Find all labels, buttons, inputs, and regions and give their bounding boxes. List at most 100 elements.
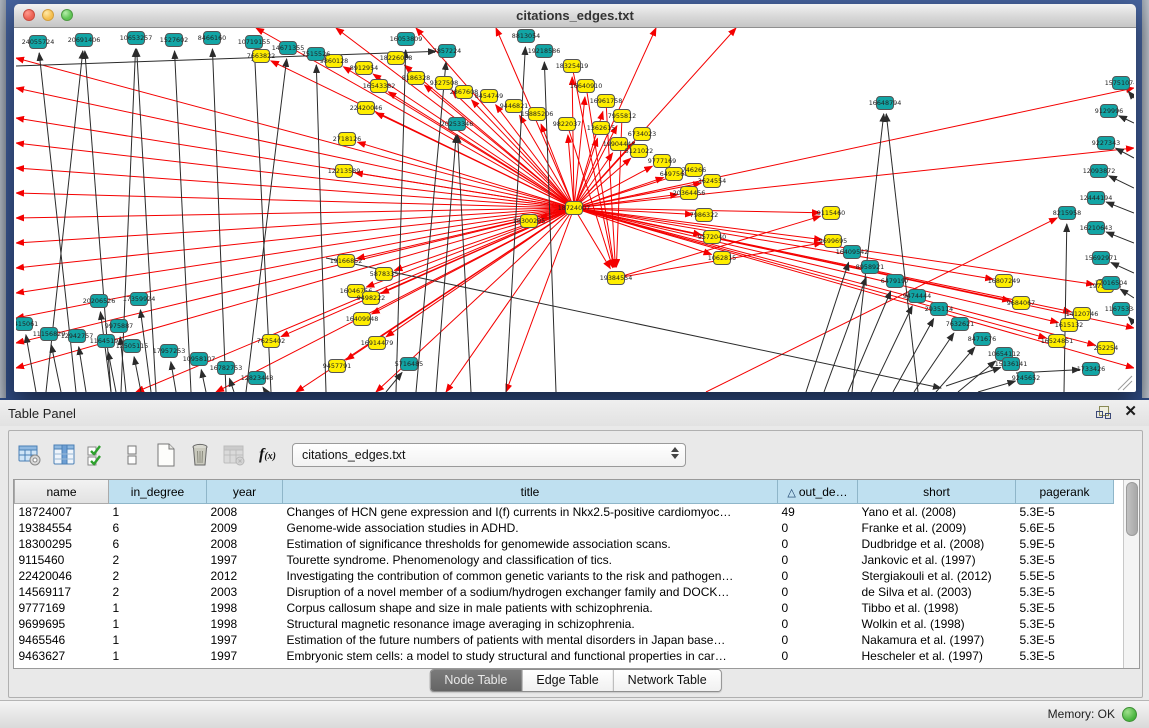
cell-title[interactable]: Changes of HCN gene expression and I(f) … [283,504,778,521]
cell-year[interactable]: 2009 [207,520,283,536]
network-node[interactable]: 6734023 [628,128,656,141]
select-all-icon[interactable] [83,440,113,470]
cell-short[interactable]: Wolkin et al. (1998) [858,616,1016,632]
cell-pagerank[interactable]: 5.3E-5 [1016,600,1114,616]
cell-name[interactable]: 9777169 [15,600,109,616]
cell-out_de[interactable]: 0 [778,520,858,536]
network-node[interactable]: 17359924 [123,293,156,306]
cell-in_degree[interactable]: 1 [109,504,207,521]
network-node[interactable]: 17957253 [153,345,186,358]
network-node[interactable]: 9975887 [105,320,133,333]
network-node[interactable]: 8186328 [402,72,430,85]
network-node[interactable]: 16543382 [363,80,396,93]
float-panel-icon[interactable] [1096,405,1110,419]
cell-in_degree[interactable]: 6 [109,520,207,536]
network-node[interactable]: 16640910 [570,80,603,93]
network-node[interactable]: 19384554 [600,272,633,285]
cell-name[interactable]: 9115460 [15,552,109,568]
cell-year[interactable]: 2003 [207,584,283,600]
cell-year[interactable]: 1997 [207,648,283,664]
table-row[interactable]: 2242004622012Investigating the contribut… [15,568,1114,584]
network-node[interactable]: 12213589 [328,165,361,178]
cell-in_degree[interactable]: 1 [109,600,207,616]
network-node[interactable]: 9245652 [1012,372,1040,385]
network-node[interactable]: 20364456 [673,187,706,200]
table-select-dropdown[interactable]: citations_edges.txt [292,443,686,467]
network-node[interactable]: 9684067 [1007,297,1035,310]
network-node[interactable]: 1062815 [708,252,736,265]
resize-grip-icon[interactable] [1118,376,1132,390]
network-node[interactable]: 9498222 [357,292,385,305]
network-node[interactable]: 1733426 [1077,363,1105,376]
cell-in_degree[interactable]: 6 [109,536,207,552]
cell-title[interactable]: Corpus callosum shape and size in male p… [283,600,778,616]
cell-short[interactable]: Franke et al. (2009) [858,520,1016,536]
network-canvas[interactable]: 1872400718300295193845549115460969969576… [16,28,1134,392]
new-table-icon[interactable] [151,440,181,470]
cell-name[interactable]: 9465546 [15,632,109,648]
cell-year[interactable]: 1997 [207,552,283,568]
tab-node-table[interactable]: Node Table [430,670,522,691]
cell-pagerank[interactable]: 5.3E-5 [1016,552,1114,568]
column-header-title[interactable]: title [283,480,778,504]
cell-title[interactable]: Estimation of the future numbers of pati… [283,632,778,648]
cell-pagerank[interactable]: 5.5E-5 [1016,568,1114,584]
network-node[interactable]: 15136141 [995,358,1028,371]
cell-pagerank[interactable]: 5.9E-5 [1016,536,1114,552]
cell-in_degree[interactable]: 2 [109,568,207,584]
cell-pagerank[interactable]: 5.3E-5 [1016,632,1114,648]
cell-short[interactable]: Stergiakouli et al. (2012) [858,568,1016,584]
cell-pagerank[interactable]: 5.3E-5 [1016,584,1114,600]
cell-name[interactable]: 22420046 [15,568,109,584]
cell-short[interactable]: de Silva et al. (2003) [858,584,1016,600]
cell-title[interactable]: Structural magnetic resonance image aver… [283,616,778,632]
network-node[interactable]: 16961758 [590,95,623,108]
function-builder-icon[interactable]: f(x) [259,446,276,464]
cell-short[interactable]: Hescheler et al. (1997) [858,648,1016,664]
table-row[interactable]: 1456911722003Disruption of a novel membe… [15,584,1114,600]
cell-year[interactable]: 1997 [207,632,283,648]
network-node[interactable]: 9227343 [1092,137,1120,150]
network-node[interactable]: 8471676 [968,333,996,346]
cell-title[interactable]: Disruption of a novel member of a sodium… [283,584,778,600]
network-node[interactable]: 7857224 [433,45,461,58]
network-node[interactable]: 8415061 [16,318,38,331]
network-node[interactable]: 9129996 [1095,105,1123,118]
column-header-in_degree[interactable]: in_degree [109,480,207,504]
cell-out_de[interactable]: 49 [778,504,858,521]
cell-name[interactable]: 19384554 [15,520,109,536]
network-node[interactable]: 746266 [682,164,706,177]
cell-year[interactable]: 2012 [207,568,283,584]
cell-in_degree[interactable]: 1 [109,616,207,632]
cell-in_degree[interactable]: 2 [109,552,207,568]
table-row[interactable]: 911546021997Tourette syndrome. Phenomeno… [15,552,1114,568]
cell-title[interactable]: Estimation of significance thresholds fo… [283,536,778,552]
column-header-short[interactable]: short [858,480,1016,504]
cell-pagerank[interactable]: 5.3E-5 [1016,648,1114,664]
cell-name[interactable]: 14569117 [15,584,109,600]
cell-out_de[interactable]: 0 [778,600,858,616]
network-node[interactable]: 7955812 [608,110,636,123]
network-node[interactable]: 2935114 [925,303,953,316]
network-node[interactable]: 19218586 [528,45,561,58]
network-node[interactable]: 1527602 [160,34,188,47]
cell-title[interactable]: Tourette syndrome. Phenomenology and cla… [283,552,778,568]
network-node[interactable]: 2718126 [333,133,361,146]
network-node[interactable]: 10653257 [120,32,153,45]
network-node[interactable]: 8466160 [198,32,226,45]
cell-in_degree[interactable]: 2 [109,584,207,600]
vertical-scrollbar[interactable] [1123,480,1139,668]
network-node[interactable]: 252254 [1094,342,1118,355]
network-node[interactable]: 12823448 [241,372,274,385]
network-node[interactable]: 16053809 [390,33,423,46]
network-node[interactable]: 9777169 [648,155,676,168]
table-row[interactable]: 1872400712008Changes of HCN gene express… [15,504,1114,521]
network-node[interactable]: 20691406 [68,34,101,47]
network-node[interactable]: 12942757 [61,330,94,343]
network-node[interactable]: 16648794 [869,97,902,110]
network-node[interactable]: 16807249 [988,275,1021,288]
network-node[interactable]: 16409948 [346,313,379,326]
network-node[interactable]: 18226058 [380,52,413,65]
cell-out_de[interactable]: 0 [778,584,858,600]
cell-out_de[interactable]: 0 [778,648,858,664]
